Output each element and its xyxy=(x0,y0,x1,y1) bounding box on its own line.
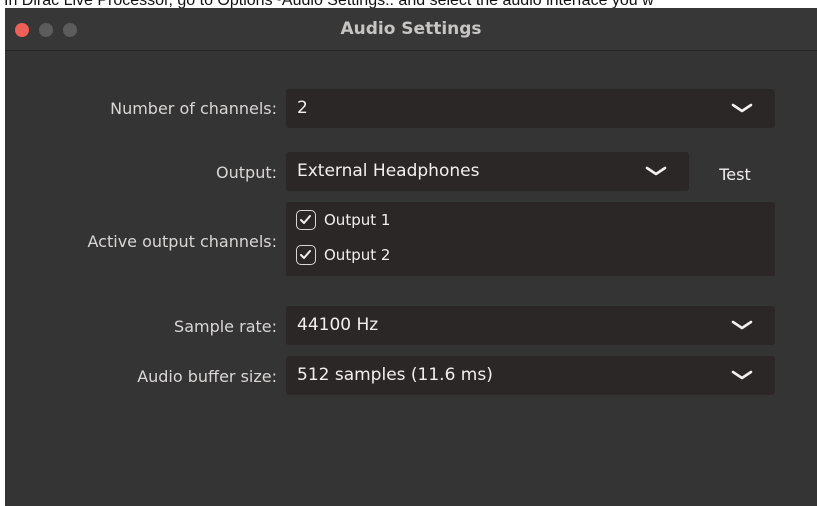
window-title: Audio Settings xyxy=(340,19,482,39)
chevron-down-icon xyxy=(731,103,753,113)
checkmark-icon xyxy=(300,250,311,259)
sample-rate-value: 44100 Hz xyxy=(297,315,379,335)
test-output-button[interactable]: Test xyxy=(705,161,765,189)
output-dropdown[interactable]: External Headphones xyxy=(286,152,689,191)
active-channels-list: Output 1 Output 2 xyxy=(286,202,775,276)
audio-settings-window: Audio Settings Number of channels: 2 Out… xyxy=(5,8,817,506)
page-caption: In Dirac Live Processor, go to Options~A… xyxy=(4,0,817,8)
title-bar: Audio Settings xyxy=(5,8,817,51)
chevron-down-icon xyxy=(731,370,753,380)
buffer-size-label: Audio buffer size: xyxy=(137,367,277,386)
buffer-size-dropdown[interactable]: 512 samples (11.6 ms) xyxy=(286,356,775,395)
channels-dropdown[interactable]: 2 xyxy=(286,89,775,128)
checkmark-icon xyxy=(300,215,311,224)
channels-value: 2 xyxy=(297,98,308,118)
output-label: Output: xyxy=(216,163,277,182)
output-2-label: Output 2 xyxy=(324,246,391,264)
output-2-checkbox[interactable] xyxy=(296,245,316,265)
channels-label: Number of channels: xyxy=(110,99,277,118)
output-value: External Headphones xyxy=(297,161,480,181)
chevron-down-icon xyxy=(645,166,667,176)
chevron-down-icon xyxy=(731,320,753,330)
active-channels-label: Active output channels: xyxy=(87,232,277,251)
sample-rate-dropdown[interactable]: 44100 Hz xyxy=(286,306,775,345)
sample-rate-label: Sample rate: xyxy=(174,317,277,336)
output-1-label: Output 1 xyxy=(324,211,391,229)
buffer-size-value: 512 samples (11.6 ms) xyxy=(297,365,493,385)
output-1-checkbox[interactable] xyxy=(296,210,316,230)
